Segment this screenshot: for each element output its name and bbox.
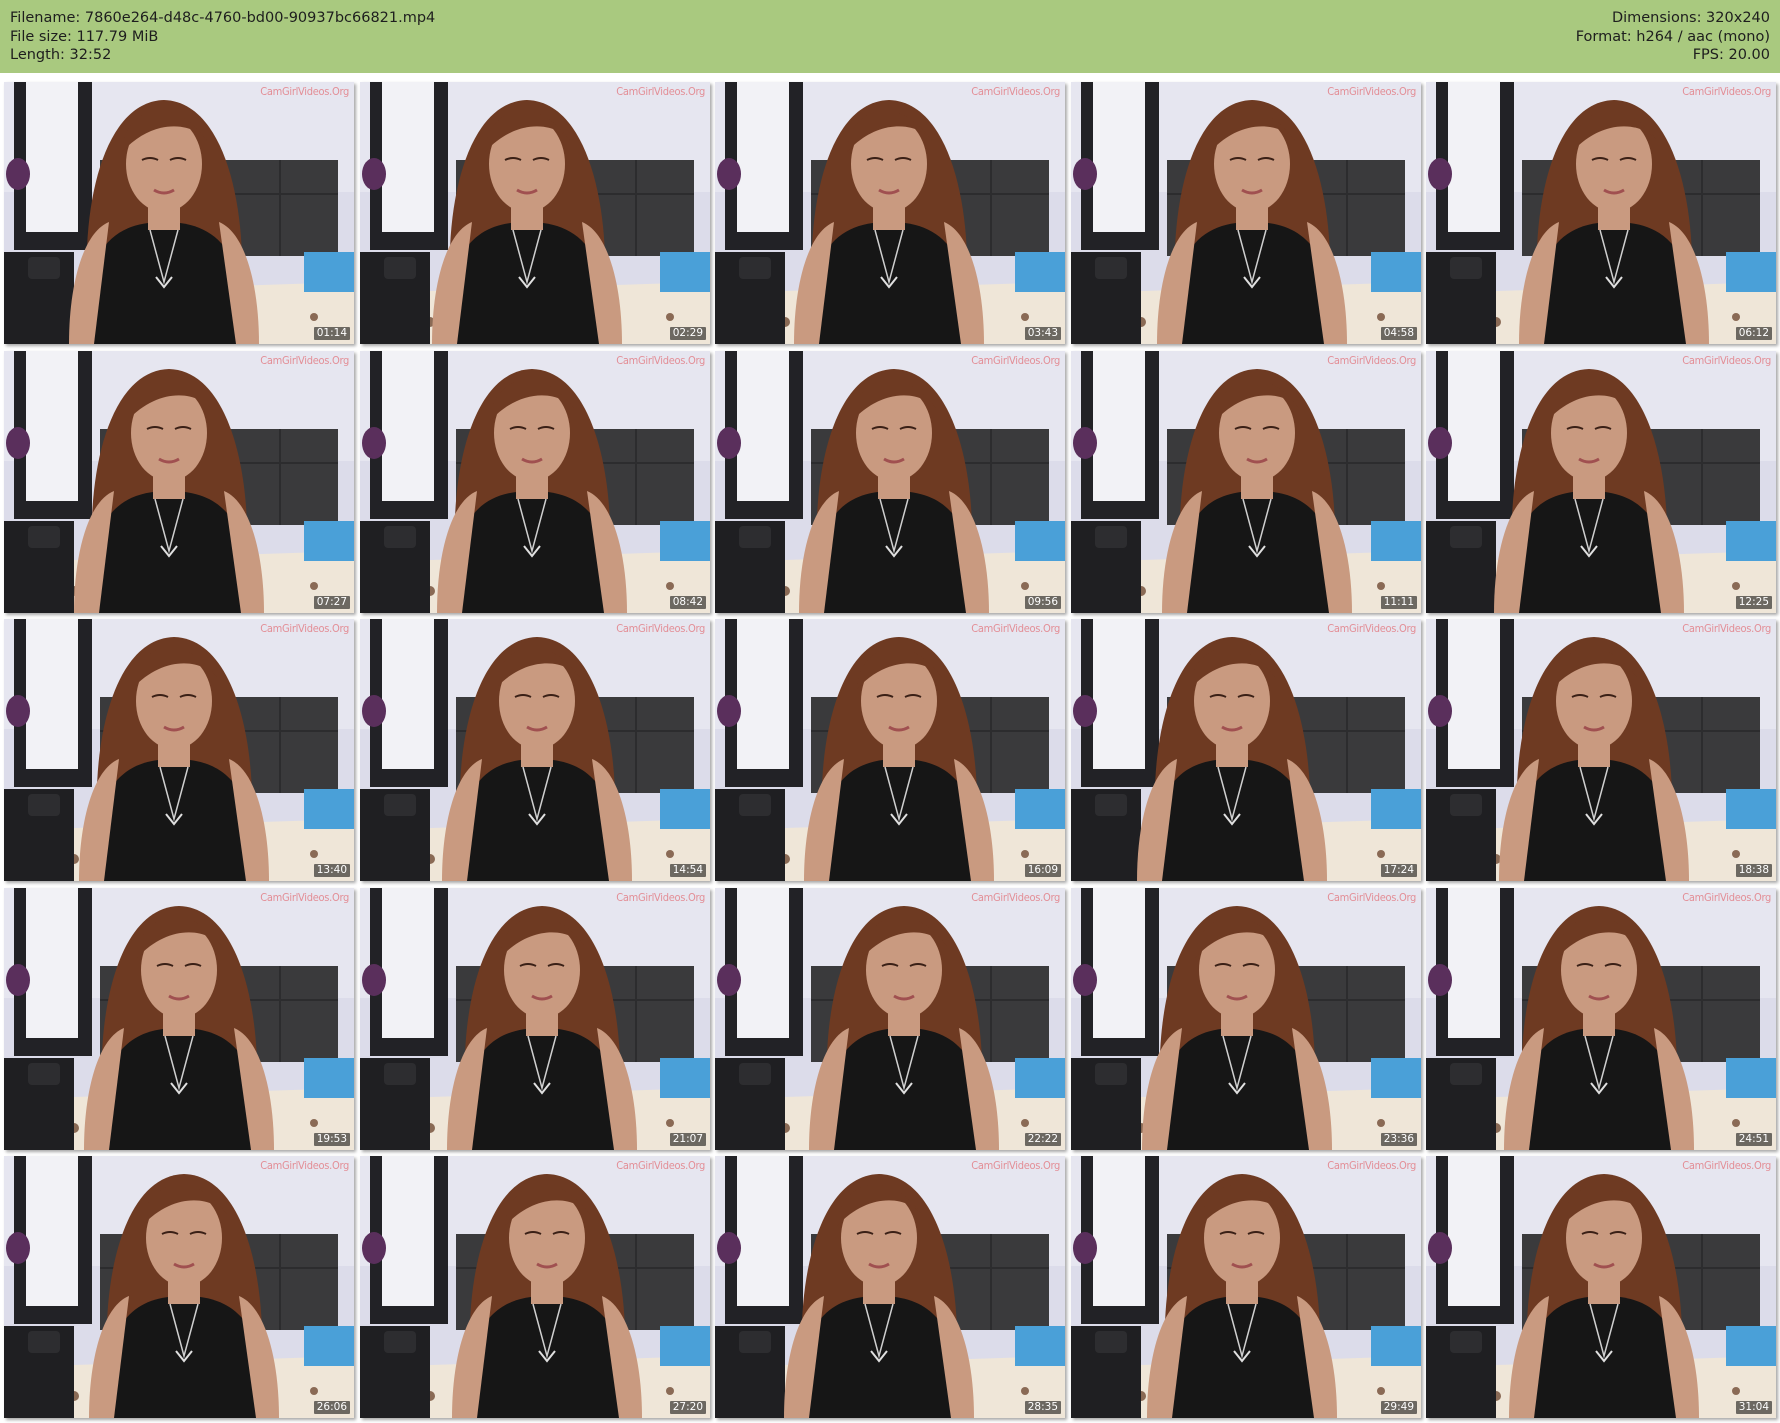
watermark-text: CamGirlVideos.Org — [1327, 622, 1416, 635]
timestamp-label: 12:25 — [1735, 596, 1772, 609]
video-thumbnail: CamGirlVideos.Org 27:20 — [360, 1156, 710, 1418]
video-thumbnail: CamGirlVideos.Org 04:58 — [1071, 82, 1421, 344]
video-thumbnail: CamGirlVideos.Org 08:42 — [360, 351, 710, 613]
video-thumbnail: CamGirlVideos.Org 28:35 — [715, 1156, 1065, 1418]
watermark-text: CamGirlVideos.Org — [971, 891, 1060, 904]
video-thumbnail: CamGirlVideos.Org 13:40 — [4, 619, 354, 881]
video-thumbnail: CamGirlVideos.Org 29:49 — [1071, 1156, 1421, 1418]
timestamp-label: 07:27 — [313, 596, 350, 609]
thumbnail-grid: CamGirlVideos.Org 01:14 CamGirlVideos.Org… — [4, 82, 1776, 1419]
timestamp-label: 27:20 — [669, 1401, 706, 1414]
video-thumbnail: CamGirlVideos.Org 01:14 — [4, 82, 354, 344]
video-thumbnail: CamGirlVideos.Org 09:56 — [715, 351, 1065, 613]
timestamp-label: 19:53 — [313, 1133, 350, 1146]
watermark-text: CamGirlVideos.Org — [1327, 85, 1416, 98]
watermark-text: CamGirlVideos.Org — [616, 1159, 705, 1172]
watermark-text: CamGirlVideos.Org — [971, 354, 1060, 367]
timestamp-label: 02:29 — [669, 327, 706, 340]
timestamp-label: 18:38 — [1735, 864, 1772, 877]
video-thumbnail: CamGirlVideos.Org 17:24 — [1071, 619, 1421, 881]
fps-text: FPS: 20.00 — [1692, 47, 1770, 63]
video-thumbnail: CamGirlVideos.Org 19:53 — [4, 888, 354, 1150]
dimensions-text: Dimensions: 320x240 — [1611, 10, 1770, 26]
video-thumbnail: CamGirlVideos.Org 06:12 — [1426, 82, 1776, 344]
video-thumbnail: CamGirlVideos.Org 31:04 — [1426, 1156, 1776, 1418]
watermark-text: CamGirlVideos.Org — [616, 891, 705, 904]
video-thumbnail: CamGirlVideos.Org 16:09 — [715, 619, 1065, 881]
watermark-text: CamGirlVideos.Org — [616, 354, 705, 367]
watermark-text: CamGirlVideos.Org — [260, 891, 349, 904]
timestamp-label: 21:07 — [669, 1133, 706, 1146]
timestamp-label: 06:12 — [1735, 327, 1772, 340]
timestamp-label: 29:49 — [1380, 1401, 1417, 1414]
timestamp-label: 14:54 — [669, 864, 706, 877]
watermark-text: CamGirlVideos.Org — [616, 85, 705, 98]
watermark-text: CamGirlVideos.Org — [1682, 1159, 1771, 1172]
timestamp-label: 13:40 — [313, 864, 350, 877]
video-thumbnail: CamGirlVideos.Org 02:29 — [360, 82, 710, 344]
video-thumbnail: CamGirlVideos.Org 03:43 — [715, 82, 1065, 344]
watermark-text: CamGirlVideos.Org — [971, 1159, 1060, 1172]
video-thumbnail: CamGirlVideos.Org 12:25 — [1426, 351, 1776, 613]
watermark-text: CamGirlVideos.Org — [1682, 354, 1771, 367]
watermark-text: CamGirlVideos.Org — [260, 85, 349, 98]
timestamp-label: 09:56 — [1024, 596, 1061, 609]
info-header: Filename: 7860e264-d48c-4760-bd00-90937b… — [0, 0, 1780, 73]
filename-text: Filename: 7860e264-d48c-4760-bd00-90937b… — [10, 10, 436, 26]
watermark-text: CamGirlVideos.Org — [1327, 891, 1416, 904]
media-info: Dimensions: 320x240 Format: h264 / aac (… — [1576, 9, 1770, 65]
video-thumbnail: CamGirlVideos.Org 22:22 — [715, 888, 1065, 1150]
video-thumbnail: CamGirlVideos.Org 14:54 — [360, 619, 710, 881]
timestamp-label: 04:58 — [1380, 327, 1417, 340]
format-text: Format: h264 / aac (mono) — [1575, 28, 1770, 45]
timestamp-label: 28:35 — [1024, 1401, 1061, 1414]
watermark-text: CamGirlVideos.Org — [260, 622, 349, 635]
video-thumbnail: CamGirlVideos.Org 07:27 — [4, 351, 354, 613]
watermark-text: CamGirlVideos.Org — [1327, 1159, 1416, 1172]
file-info: Filename: 7860e264-d48c-4760-bd00-90937b… — [10, 9, 435, 65]
timestamp-label: 11:11 — [1380, 596, 1417, 609]
timestamp-label: 23:36 — [1380, 1133, 1417, 1146]
timestamp-label: 16:09 — [1024, 864, 1061, 877]
watermark-text: CamGirlVideos.Org — [616, 622, 705, 635]
watermark-text: CamGirlVideos.Org — [260, 354, 349, 367]
timestamp-label: 31:04 — [1735, 1401, 1772, 1414]
timestamp-label: 17:24 — [1380, 864, 1417, 877]
watermark-text: CamGirlVideos.Org — [1682, 622, 1771, 635]
watermark-text: CamGirlVideos.Org — [1327, 354, 1416, 367]
watermark-text: CamGirlVideos.Org — [1682, 891, 1771, 904]
video-thumbnail: CamGirlVideos.Org 24:51 — [1426, 888, 1776, 1150]
length-text: Length: 32:52 — [10, 47, 112, 63]
watermark-text: CamGirlVideos.Org — [971, 85, 1060, 98]
video-thumbnail: CamGirlVideos.Org 23:36 — [1071, 888, 1421, 1150]
video-thumbnail: CamGirlVideos.Org 21:07 — [360, 888, 710, 1150]
timestamp-label: 22:22 — [1024, 1133, 1061, 1146]
video-thumbnail: CamGirlVideos.Org 26:06 — [4, 1156, 354, 1418]
timestamp-label: 24:51 — [1735, 1133, 1772, 1146]
timestamp-label: 01:14 — [313, 327, 350, 340]
filesize-text: File size: 117.79 MiB — [10, 28, 159, 45]
timestamp-label: 03:43 — [1024, 327, 1061, 340]
watermark-text: CamGirlVideos.Org — [1682, 85, 1771, 98]
watermark-text: CamGirlVideos.Org — [260, 1159, 349, 1172]
watermark-text: CamGirlVideos.Org — [971, 622, 1060, 635]
video-thumbnail: CamGirlVideos.Org 11:11 — [1071, 351, 1421, 613]
timestamp-label: 26:06 — [313, 1401, 350, 1414]
timestamp-label: 08:42 — [669, 596, 706, 609]
video-thumbnail: CamGirlVideos.Org 18:38 — [1426, 619, 1776, 881]
